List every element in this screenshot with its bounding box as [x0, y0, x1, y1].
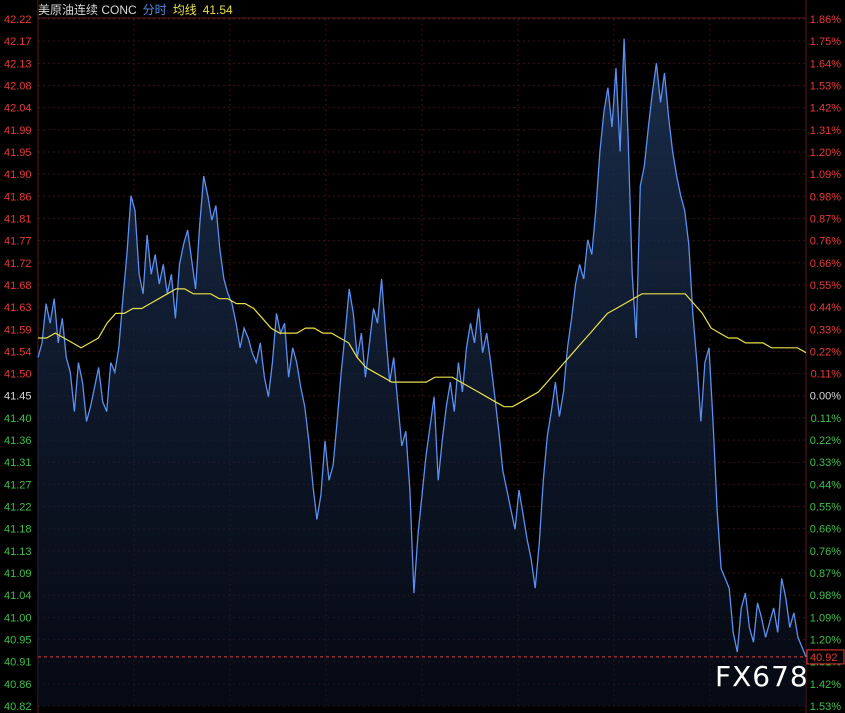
pct-tick-label: 0.98%	[810, 590, 841, 602]
y-tick-label: 41.54	[4, 346, 32, 358]
y-tick-label: 41.63	[4, 302, 32, 314]
y-tick-label: 41.40	[4, 413, 32, 425]
y-tick-label: 41.36	[4, 435, 32, 447]
y-tick-label: 41.09	[4, 568, 32, 580]
y-tick-label: 41.59	[4, 324, 32, 336]
y-tick-label: 41.00	[4, 612, 32, 624]
pct-tick-label: 0.00%	[810, 391, 841, 403]
pct-tick-label: 0.22%	[810, 435, 841, 447]
pct-tick-label: 1.09%	[810, 612, 841, 624]
y-tick-label: 42.17	[4, 36, 32, 48]
y-tick-label: 41.77	[4, 236, 32, 248]
pct-tick-label: 0.66%	[810, 524, 841, 536]
pct-tick-label: 0.33%	[810, 457, 841, 469]
pct-tick-label: 0.87%	[810, 568, 841, 580]
pct-tick-label: 1.09%	[810, 169, 841, 181]
y-tick-label: 41.50	[4, 369, 32, 381]
y-tick-label: 40.91	[4, 657, 32, 669]
y-tick-label: 41.81	[4, 213, 32, 225]
y-tick-label: 40.95	[4, 635, 32, 647]
y-tick-label: 40.86	[4, 679, 32, 691]
intraday-chart: 美原油连续 CONC 分时 均线 41.54 42.22 42.17 42.13 42…	[0, 0, 845, 713]
y-tick-label: 42.04	[4, 103, 32, 115]
y-tick-label: 41.90	[4, 169, 32, 181]
pct-tick-label: 0.33%	[810, 324, 841, 336]
pct-tick-label: 1.64%	[810, 58, 841, 70]
last-price-label: 40.92	[810, 652, 838, 664]
y-tick-label: 41.13	[4, 546, 32, 558]
pct-tick-label: 1.20%	[810, 147, 841, 159]
watermark-logo: FX678	[715, 660, 809, 693]
y-tick-label: 41.22	[4, 502, 32, 514]
pct-tick-label: 1.53%	[810, 701, 841, 713]
pct-tick-label: 1.86%	[810, 14, 841, 26]
y-tick-label: 41.27	[4, 479, 32, 491]
pct-tick-label: 0.76%	[810, 236, 841, 248]
pct-tick-label: 0.44%	[810, 302, 841, 314]
pct-tick-label: 0.87%	[810, 213, 841, 225]
pct-tick-label: 0.11%	[811, 369, 842, 381]
pct-tick-label: 0.55%	[810, 280, 841, 292]
pct-tick-label: 1.53%	[810, 80, 841, 92]
y-tick-label: 41.31	[4, 457, 32, 469]
y-tick-label: 42.13	[4, 58, 32, 70]
pct-tick-label: 0.11%	[811, 413, 842, 425]
y-tick-label: 41.86	[4, 191, 32, 203]
pct-tick-label: 1.42%	[810, 103, 841, 115]
y-tick-label: 41.95	[4, 147, 32, 159]
y-tick-label: 41.18	[4, 524, 32, 536]
price-plot: 42.22 42.17 42.13 42.08 42.04 41.99 41.95 41.90…	[4, 0, 845, 713]
pct-tick-label: 0.76%	[810, 546, 841, 558]
pct-tick-label: 1.20%	[810, 635, 841, 647]
y-tick-label: 42.08	[4, 80, 32, 92]
pct-tick-label: 1.42%	[810, 679, 841, 691]
y-tick-label: 42.22	[4, 14, 32, 26]
pct-tick-label: 0.55%	[810, 502, 841, 514]
y-tick-label: 41.72	[4, 258, 32, 270]
y-tick-label: 41.99	[4, 125, 32, 137]
pct-tick-label: 0.22%	[810, 346, 841, 358]
y-tick-label: 41.68	[4, 280, 32, 292]
pct-tick-label: 0.98%	[810, 191, 841, 203]
pct-tick-label: 1.31%	[810, 125, 841, 137]
pct-tick-label: 0.44%	[810, 479, 841, 491]
y-tick-label: 40.82	[4, 701, 32, 713]
price-area-fill	[38, 38, 806, 707]
y-tick-label: 41.45	[4, 391, 32, 403]
y-tick-label: 41.04	[4, 590, 32, 602]
pct-tick-label: 0.66%	[810, 258, 841, 270]
pct-tick-label: 1.75%	[810, 36, 841, 48]
